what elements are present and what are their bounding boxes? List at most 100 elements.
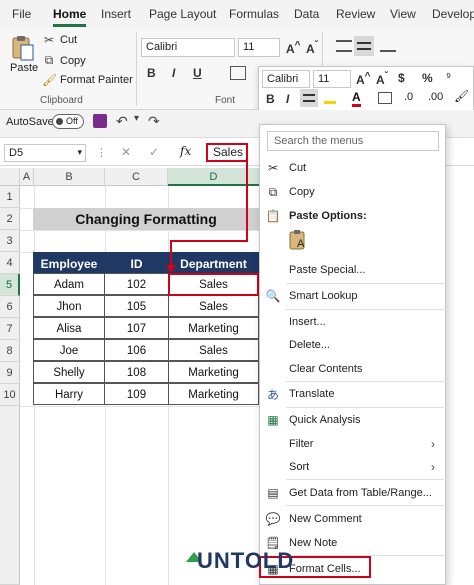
font-name-box[interactable]: Calibri [141, 38, 235, 57]
table-cell[interactable]: Harry [33, 383, 105, 405]
mini-bold-button[interactable]: B [266, 92, 275, 106]
table-cell[interactable]: 109 [104, 383, 169, 405]
copy-button[interactable]: ⧉ Copy [42, 53, 86, 68]
table-cell[interactable]: Alisa [33, 317, 105, 339]
paste-button[interactable]: Paste [10, 62, 38, 74]
tab-file[interactable]: File [12, 7, 31, 21]
row-header-6[interactable]: 6 [0, 296, 20, 318]
paste-icon[interactable] [10, 34, 36, 62]
row-header-10[interactable]: 10 [0, 384, 20, 406]
table-cell[interactable]: Marketing [168, 317, 259, 339]
menu-item-filter[interactable]: Filter › [260, 433, 445, 455]
align-top-icon[interactable] [336, 40, 352, 52]
align-bottom-icon[interactable] [380, 40, 396, 52]
table-cell[interactable]: Marketing [168, 361, 259, 383]
mini-fill-color-icon[interactable] [324, 92, 336, 104]
table-cell[interactable]: Shelly [33, 361, 105, 383]
row-header-4[interactable]: 4 [0, 252, 20, 274]
mini-format-painter-icon[interactable]: 🖌 [454, 89, 469, 103]
undo-dropdown-icon[interactable]: ▾ [134, 113, 139, 124]
tab-insert[interactable]: Insert [101, 7, 131, 21]
table-cell[interactable]: 106 [104, 339, 169, 361]
column-header-a[interactable]: A [20, 168, 34, 186]
tab-view[interactable]: View [390, 7, 416, 21]
save-icon[interactable] [93, 114, 107, 128]
menu-item-cut[interactable]: ✂ Cut [260, 157, 445, 179]
cancel-entry-icon[interactable]: ✕ [121, 145, 131, 159]
name-box[interactable]: D5 ▾ [4, 144, 86, 162]
table-header-id[interactable]: ID [104, 252, 169, 274]
undo-icon[interactable]: ↶ [116, 113, 128, 130]
mini-font-color-icon[interactable]: A [352, 90, 361, 107]
table-cell[interactable]: Jhon [33, 295, 105, 317]
borders-icon[interactable] [230, 66, 246, 80]
menu-item-quick-analysis[interactable]: ▦ Quick Analysis [260, 409, 445, 431]
italic-button[interactable]: I [172, 66, 175, 80]
column-header-c[interactable]: C [105, 168, 168, 186]
mini-percent-button[interactable]: % [422, 71, 433, 85]
mini-font-name[interactable]: Calibri [262, 70, 310, 88]
autosave-toggle[interactable]: Off [52, 114, 84, 129]
menu-item-clear-contents[interactable]: Clear Contents [260, 358, 445, 380]
mini-italic-button[interactable]: I [286, 92, 289, 106]
mini-decrease-font-icon[interactable]: Aˇ [376, 71, 388, 87]
table-cell[interactable]: 102 [104, 273, 169, 295]
font-size-box[interactable]: 11 [238, 38, 280, 57]
column-header-b[interactable]: B [34, 168, 105, 186]
row-header-2[interactable]: 2 [0, 208, 20, 230]
redo-icon[interactable]: ↷ [148, 113, 160, 130]
menu-item-paste-special[interactable]: Paste Special... [260, 259, 445, 281]
format-painter-button[interactable]: 🖌 Format Painter [42, 73, 133, 87]
tab-formulas[interactable]: Formulas [229, 7, 279, 21]
row-header-1[interactable]: 1 [0, 186, 20, 208]
row-header-8[interactable]: 8 [0, 340, 20, 362]
tab-home[interactable]: Home [53, 7, 86, 21]
menu-item-new-comment[interactable]: 💬 New Comment [260, 508, 445, 530]
mini-increase-font-icon[interactable]: A^ [356, 71, 371, 87]
menu-item-sort[interactable]: Sort › [260, 456, 445, 478]
select-all-corner[interactable] [0, 168, 20, 186]
sheet-title-cell[interactable]: Changing Formatting [33, 208, 259, 230]
mini-increase-decimal-icon[interactable]: .00 [428, 91, 443, 103]
bold-button[interactable]: B [147, 66, 156, 80]
cut-button[interactable]: ✂ Cut [42, 33, 77, 47]
table-cell[interactable]: Sales [168, 339, 259, 361]
mini-borders-icon[interactable] [378, 92, 392, 104]
row-header-3[interactable]: 3 [0, 230, 20, 252]
menu-item-copy[interactable]: ⧉ Copy [260, 181, 445, 203]
table-header-employee[interactable]: Employee [33, 252, 105, 274]
tab-data[interactable]: Data [294, 7, 319, 21]
confirm-entry-icon[interactable]: ✓ [149, 145, 159, 159]
menu-search-box[interactable]: Search the menus [267, 131, 439, 151]
row-header-9[interactable]: 9 [0, 362, 20, 384]
mini-comma-style-icon[interactable]: ⁹ [446, 70, 451, 84]
tab-page-layout[interactable]: Page Layout [149, 7, 216, 21]
table-cell[interactable]: 108 [104, 361, 169, 383]
table-cell[interactable]: 105 [104, 295, 169, 317]
paste-option-icon[interactable]: A [288, 229, 310, 251]
mini-font-size[interactable]: 11 [313, 70, 351, 88]
decrease-font-icon[interactable]: Aˇ [306, 40, 318, 56]
menu-item-insert[interactable]: Insert... [260, 311, 445, 333]
menu-item-smart-lookup[interactable]: 🔍 Smart Lookup [260, 285, 445, 307]
tab-review[interactable]: Review [336, 7, 375, 21]
insert-function-icon[interactable]: fx [180, 144, 191, 158]
row-header-5[interactable]: 5 [0, 274, 20, 296]
row-header-7[interactable]: 7 [0, 318, 20, 340]
mini-currency-button[interactable]: $ [398, 71, 405, 85]
table-cell[interactable]: 107 [104, 317, 169, 339]
table-cell[interactable]: Marketing [168, 383, 259, 405]
mini-decrease-decimal-icon[interactable]: .0 [404, 91, 413, 103]
formula-bar-value[interactable]: Sales [206, 143, 248, 162]
menu-item-translate[interactable]: あ Translate [260, 383, 445, 405]
menu-item-delete[interactable]: Delete... [260, 334, 445, 356]
tab-developer[interactable]: Develop [432, 7, 474, 21]
table-cell[interactable]: Sales [168, 295, 259, 317]
name-box-dropdown-icon[interactable]: ▾ [77, 147, 82, 158]
table-header-department[interactable]: Department [168, 252, 259, 274]
table-cell[interactable]: Joe [33, 339, 105, 361]
menu-item-get-data[interactable]: ▤ Get Data from Table/Range... [260, 482, 445, 504]
table-cell[interactable]: Adam [33, 273, 105, 295]
increase-font-icon[interactable]: A^ [286, 40, 301, 56]
underline-button[interactable]: U [193, 66, 202, 80]
